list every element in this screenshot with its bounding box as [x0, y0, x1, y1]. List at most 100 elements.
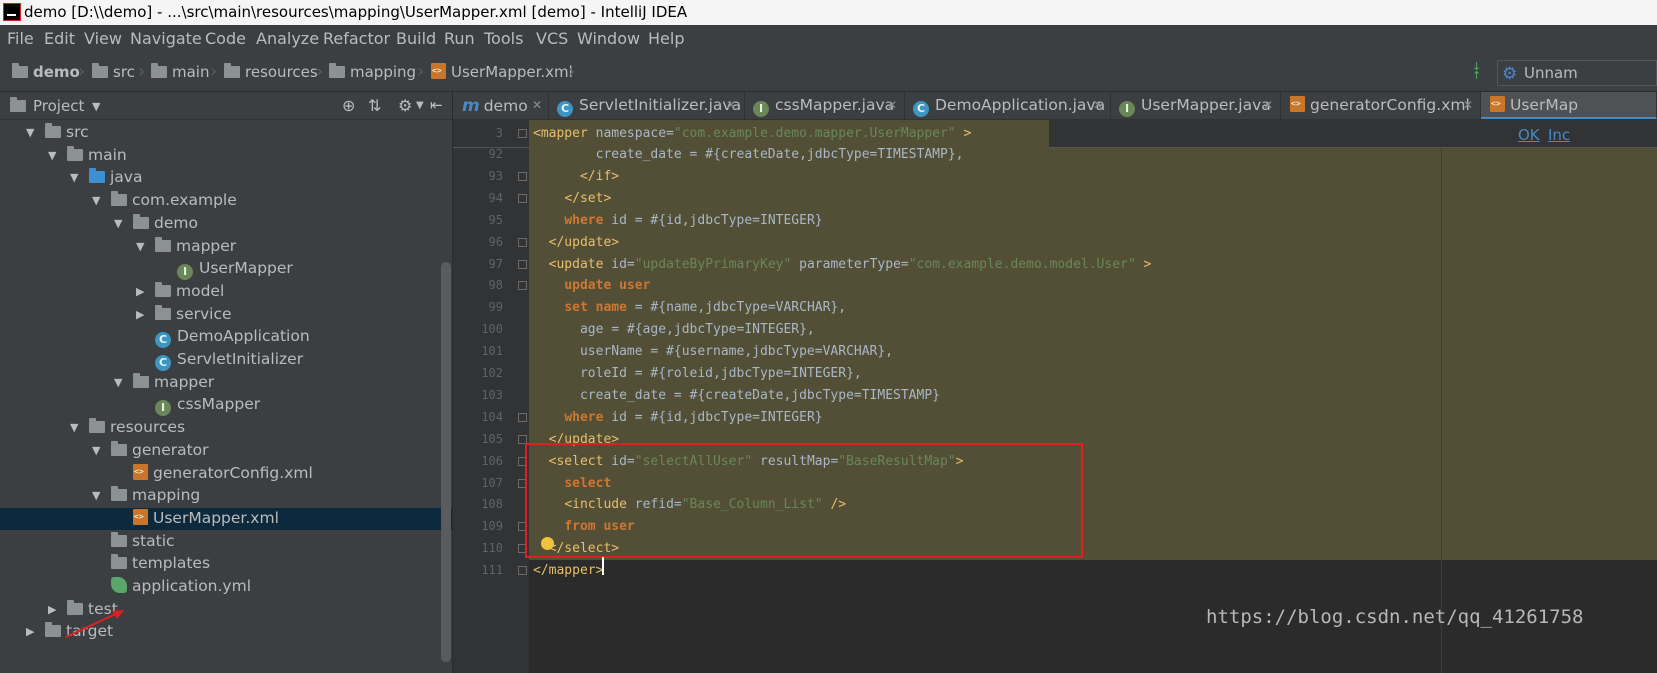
- close-icon[interactable]: ✕: [1093, 98, 1103, 112]
- tree-item-label: mapping: [111, 486, 200, 504]
- tree-item-service[interactable]: ▶ service: [0, 304, 452, 326]
- tab-usermapper-java[interactable]: I UserMapper.java ✕: [1111, 92, 1281, 119]
- line-number: 102: [481, 366, 503, 380]
- tab-cssmapper[interactable]: IcssMapper.java ✕: [745, 92, 905, 119]
- expanded-arrow-icon[interactable]: ▼: [92, 489, 100, 502]
- tree-item-mapper[interactable]: ▼ mapper: [0, 236, 452, 258]
- code-line: </if>: [579, 169, 620, 184]
- expanded-arrow-icon[interactable]: ▼: [136, 240, 144, 253]
- tree-item-java[interactable]: ▼ java: [0, 167, 452, 189]
- collapsed-arrow-icon[interactable]: ▶: [136, 285, 144, 298]
- sort-icon[interactable]: ↓ ↑: [1472, 61, 1481, 81]
- collapsed-arrow-icon[interactable]: ▶: [26, 625, 34, 638]
- breadcrumb-project[interactable]: demo: [12, 63, 80, 81]
- tab-generatorconfig[interactable]: generatorConfig.xml✕: [1281, 92, 1481, 119]
- close-icon[interactable]: ✕: [532, 98, 542, 112]
- include-link[interactable]: Inc: [1548, 126, 1570, 144]
- tree-item-mapper[interactable]: ▼ mapper: [0, 372, 452, 394]
- tree-item-application-yml[interactable]: application.yml: [0, 576, 452, 598]
- tab-demoapplication[interactable]: C DemoApplication.java ✕: [905, 92, 1111, 119]
- close-icon[interactable]: ✕: [887, 98, 897, 112]
- run-configuration-selector[interactable]: ⚙ Unnam: [1497, 60, 1657, 86]
- close-icon[interactable]: ✕: [726, 98, 736, 112]
- menu-navigate[interactable]: Navigate: [130, 29, 202, 48]
- fold-marker[interactable]: [518, 281, 527, 290]
- tree-item-usermapper[interactable]: I UserMapper: [0, 258, 452, 280]
- menu-window[interactable]: Window: [577, 29, 640, 48]
- menu-file[interactable]: File: [7, 29, 34, 48]
- expanded-arrow-icon[interactable]: ▼: [70, 421, 78, 434]
- fold-marker[interactable]: [518, 129, 527, 138]
- tree-item-src[interactable]: ▼ src: [0, 122, 452, 144]
- tab-label: ServletInitializer.java: [579, 96, 742, 114]
- tree-item-main[interactable]: ▼ main: [0, 145, 452, 167]
- breadcrumb-src[interactable]: src: [92, 63, 135, 81]
- fold-marker[interactable]: [518, 172, 527, 181]
- expanded-arrow-icon[interactable]: ▼: [92, 444, 100, 457]
- expanded-arrow-icon[interactable]: ▼: [26, 126, 34, 139]
- breadcrumb-resources[interactable]: resources: [224, 63, 318, 81]
- menu-run[interactable]: Run: [444, 29, 475, 48]
- lightbulb-icon[interactable]: [541, 537, 554, 550]
- code-line: age = #{age,jdbcType=INTEGER},: [533, 322, 815, 337]
- breadcrumb-main-label: main: [172, 63, 210, 81]
- tree-item-cssmapper[interactable]: IcssMapper: [0, 394, 452, 416]
- fold-marker[interactable]: [518, 238, 527, 247]
- menu-edit[interactable]: Edit: [44, 29, 75, 48]
- code-editor[interactable]: 92 93 94 95 96 97 98 99 100 101 102 103 104 105 106 107…: [453, 120, 1657, 673]
- tab-usermapper-xml[interactable]: UserMap: [1481, 92, 1657, 119]
- tree-item-servletinitializer[interactable]: C ServletInitializer: [0, 349, 452, 371]
- breadcrumb-file[interactable]: UserMapper.xml: [431, 63, 573, 81]
- menu-code[interactable]: Code: [205, 29, 246, 48]
- chevron-down-icon[interactable]: ▼: [92, 100, 100, 113]
- menu-analyze[interactable]: Analyze: [256, 29, 319, 48]
- tree-item-usermapper-xml[interactable]: UserMapper.xml: [0, 508, 452, 530]
- menu-tools[interactable]: Tools: [484, 29, 523, 48]
- interface-icon: I: [155, 400, 171, 416]
- chevron-down-icon[interactable]: ▼: [416, 100, 424, 111]
- tree-item-templates[interactable]: templates: [0, 553, 452, 575]
- tree-item-com-example[interactable]: ▼ com.example: [0, 190, 452, 212]
- hide-panel-icon[interactable]: ⇤: [430, 96, 443, 114]
- fold-marker[interactable]: [518, 194, 527, 203]
- tree-item-model[interactable]: ▶ model: [0, 281, 452, 303]
- fold-marker[interactable]: [518, 413, 527, 422]
- fold-marker[interactable]: [518, 566, 527, 575]
- menu-refactor[interactable]: Refactor: [323, 29, 390, 48]
- breadcrumb-mapping[interactable]: mapping: [329, 63, 416, 81]
- breadcrumb-resources-label: resources: [245, 63, 318, 81]
- vertical-scrollbar[interactable]: [441, 262, 451, 662]
- expanded-arrow-icon[interactable]: ▼: [48, 149, 56, 162]
- menu-vcs[interactable]: VCS: [536, 29, 568, 48]
- menu-view[interactable]: View: [84, 29, 122, 48]
- expanded-arrow-icon[interactable]: ▼: [114, 217, 122, 230]
- gear-icon[interactable]: ⚙: [398, 96, 412, 115]
- tree-item-demoapplication[interactable]: C DemoApplication: [0, 326, 452, 348]
- expanded-arrow-icon[interactable]: ▼: [114, 376, 122, 389]
- tree-item-demo[interactable]: ▼ demo: [0, 213, 452, 235]
- tree-item-resources[interactable]: ▼ resources: [0, 417, 452, 439]
- scroll-from-source-icon[interactable]: ⊕: [342, 96, 355, 115]
- tab-servletinitializer[interactable]: C ServletInitializer.java ✕: [549, 92, 745, 119]
- tree-item-generator[interactable]: ▼ generator: [0, 440, 452, 462]
- tree-item-label: I UserMapper: [177, 259, 293, 280]
- tree-item-static[interactable]: static: [0, 531, 452, 553]
- folder-icon: [111, 532, 127, 547]
- close-icon[interactable]: ✕: [1263, 98, 1273, 112]
- tree-item-generatorconfig-xml[interactable]: generatorConfig.xml: [0, 463, 452, 485]
- tab-demo[interactable]: m demo ✕: [453, 92, 549, 119]
- ok-link[interactable]: OK: [1518, 126, 1540, 144]
- project-view-title[interactable]: Project: [33, 97, 84, 115]
- close-icon[interactable]: ✕: [1463, 98, 1473, 112]
- menu-help[interactable]: Help: [648, 29, 684, 48]
- expanded-arrow-icon[interactable]: ▼: [70, 171, 78, 184]
- tree-item-mapping[interactable]: ▼ mapping: [0, 485, 452, 507]
- breadcrumb-main[interactable]: main: [151, 63, 209, 81]
- collapsed-arrow-icon[interactable]: ▶: [136, 308, 144, 321]
- fold-marker[interactable]: [518, 260, 527, 269]
- collapse-all-icon[interactable]: ⇅: [368, 96, 381, 115]
- menu-build[interactable]: Build: [396, 29, 436, 48]
- expanded-arrow-icon[interactable]: ▼: [92, 194, 100, 207]
- code-line: where id = #{id,jdbcType=INTEGER}: [564, 410, 823, 425]
- collapsed-arrow-icon[interactable]: ▶: [48, 603, 56, 616]
